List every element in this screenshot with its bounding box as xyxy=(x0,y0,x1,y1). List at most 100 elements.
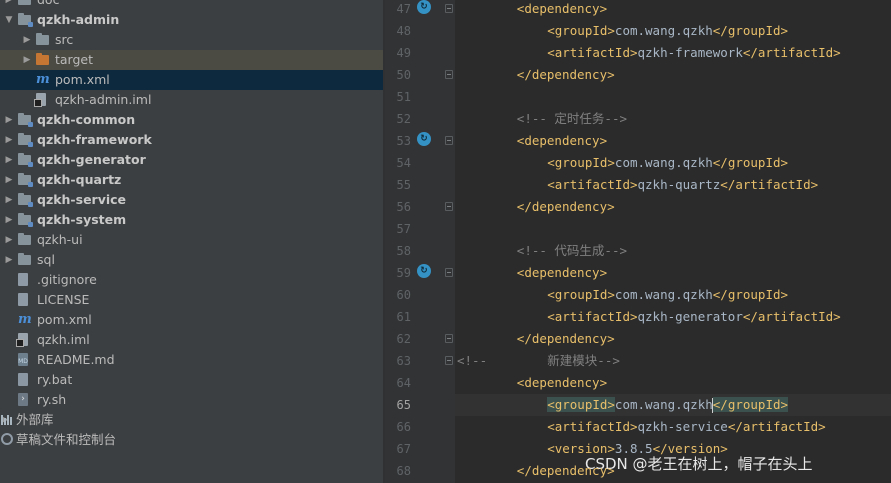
xml-tag: <dependency> xyxy=(516,1,608,16)
fold-start-icon[interactable] xyxy=(445,4,453,13)
xml-tag: </dependency> xyxy=(516,199,615,214)
code-line[interactable]: <dependency> xyxy=(455,262,891,284)
code-line[interactable]: <groupId>com.wang.qzkh</groupId> xyxy=(455,394,891,416)
code-line[interactable]: </dependency> xyxy=(455,64,891,86)
tree-item-qzkh-service[interactable]: ▶ qzkh-service xyxy=(0,190,383,210)
fold-start-icon[interactable] xyxy=(445,136,453,145)
tree-item-qzkh-quartz[interactable]: ▶ qzkh-quartz xyxy=(0,170,383,190)
code-comment: <!-- 定时任务--> xyxy=(516,111,628,126)
tree-item-src[interactable]: ▶ src xyxy=(0,30,383,50)
gutter-line: 56 xyxy=(385,196,455,218)
maven-dependency-gutter-icon[interactable]: ↻ xyxy=(417,264,431,278)
tree-item-label: qzkh-system xyxy=(37,212,127,227)
xml-tag: <version> xyxy=(547,441,615,456)
xml-tag: </groupId> xyxy=(712,23,789,38)
chevron-right-icon[interactable]: ▶ xyxy=(4,130,14,150)
code-line[interactable]: <!-- 新建模块--> xyxy=(455,350,891,372)
tree-item-label: qzkh-framework xyxy=(37,132,152,147)
fold-end-icon[interactable] xyxy=(445,70,453,79)
module-folder-icon xyxy=(18,213,33,227)
xml-tag: </version> xyxy=(652,441,728,456)
tree-item-label: qzkh-service xyxy=(37,192,127,207)
gitignore-file-icon xyxy=(18,273,28,286)
code-line[interactable]: <groupId>com.wang.qzkh</groupId> xyxy=(455,152,891,174)
code-line[interactable]: <dependency> xyxy=(455,130,891,152)
line-number: 64 xyxy=(396,376,411,390)
chevron-right-icon[interactable]: ▶ xyxy=(4,150,14,170)
tree-item-[interactable]: 草稿文件和控制台 xyxy=(0,430,383,450)
tree-item-qzkh-ui[interactable]: ▶ qzkh-ui xyxy=(0,230,383,250)
code-line[interactable]: <artifactId>qzkh-generator</artifactId> xyxy=(455,306,891,328)
code-line[interactable]: <artifactId>qzkh-framework</artifactId> xyxy=(455,42,891,64)
external-libraries-icon xyxy=(1,415,14,425)
code-line[interactable]: </dependency> xyxy=(455,460,891,482)
line-number: 56 xyxy=(396,200,411,214)
fold-end-icon[interactable] xyxy=(445,334,453,343)
tree-item-target[interactable]: ▶ target xyxy=(0,50,383,70)
chevron-right-icon[interactable]: ▶ xyxy=(4,0,14,10)
chevron-right-icon[interactable]: ▶ xyxy=(4,230,14,250)
fold-end-icon[interactable] xyxy=(445,202,453,211)
tree-item-qzkh-common[interactable]: ▶ qzkh-common xyxy=(0,110,383,130)
chevron-right-icon[interactable]: ▶ xyxy=(4,170,14,190)
chevron-right-icon[interactable]: ▶ xyxy=(4,210,14,230)
fold-start-icon[interactable] xyxy=(445,356,453,365)
xml-tag: <dependency> xyxy=(516,375,608,390)
tree-item-pom-xml[interactable]: m pom.xml xyxy=(0,70,383,90)
chevron-right-icon[interactable]: ▶ xyxy=(4,250,14,270)
gutter-line: 64 xyxy=(385,372,455,394)
tree-item-[interactable]: ▶外部库 xyxy=(0,410,383,430)
line-number: 53 xyxy=(396,134,411,148)
line-number: 52 xyxy=(396,112,411,126)
tree-item-ry-sh[interactable]: › ry.sh xyxy=(0,390,383,410)
code-line[interactable]: <groupId>com.wang.qzkh</groupId> xyxy=(455,284,891,306)
gutter-line: 62 xyxy=(385,328,455,350)
tree-item-doc[interactable]: ▶ doc xyxy=(0,0,383,10)
code-line[interactable]: <version>3.8.5</version> xyxy=(455,438,891,460)
tree-item-license[interactable]: LICENSE xyxy=(0,290,383,310)
tree-item-qzkh-iml[interactable]: qzkh.iml xyxy=(0,330,383,350)
chevron-right-icon[interactable]: ▶ xyxy=(22,30,32,50)
code-line[interactable]: <dependency> xyxy=(455,0,891,20)
code-line[interactable]: </dependency> xyxy=(455,328,891,350)
code-line[interactable] xyxy=(455,86,891,108)
chevron-right-icon[interactable]: ▶ xyxy=(4,190,14,210)
code-line[interactable]: <!-- 定时任务--> xyxy=(455,108,891,130)
maven-dependency-gutter-icon[interactable]: ↻ xyxy=(417,132,431,146)
gutter-line: 68 xyxy=(385,460,455,482)
tree-item-qzkh-admin-iml[interactable]: qzkh-admin.iml xyxy=(0,90,383,110)
xml-tag: </artifactId> xyxy=(742,45,841,60)
code-line[interactable]: <groupId>com.wang.qzkh</groupId> xyxy=(455,20,891,42)
tree-item-pom-xml[interactable]: m pom.xml xyxy=(0,310,383,330)
fold-start-icon[interactable] xyxy=(445,268,453,277)
tree-item-qzkh-admin[interactable]: ▼ qzkh-admin xyxy=(0,10,383,30)
line-number: 49 xyxy=(396,46,411,60)
tree-item-sql[interactable]: ▶ sql xyxy=(0,250,383,270)
tree-item-ry-bat[interactable]: ry.bat xyxy=(0,370,383,390)
xml-text: com.wang.qzkh xyxy=(614,397,713,412)
code-line[interactable]: </dependency> xyxy=(455,196,891,218)
tree-item-label: qzkh-generator xyxy=(37,152,146,167)
tree-item-gitignore[interactable]: .gitignore xyxy=(0,270,383,290)
code-line[interactable]: <dependency> xyxy=(455,372,891,394)
tree-item-qzkh-system[interactable]: ▶ qzkh-system xyxy=(0,210,383,230)
tree-item-qzkh-generator[interactable]: ▶ qzkh-generator xyxy=(0,150,383,170)
code-line[interactable]: <artifactId>qzkh-quartz</artifactId> xyxy=(455,174,891,196)
tree-item-label: doc xyxy=(37,0,59,10)
chevron-right-icon[interactable]: ▶ xyxy=(4,110,14,130)
tree-item-label: pom.xml xyxy=(37,312,92,327)
tree-item-qzkh-framework[interactable]: ▶ qzkh-framework xyxy=(0,130,383,150)
tree-item-label: qzkh-admin.iml xyxy=(55,92,152,107)
line-number: 61 xyxy=(396,310,411,324)
shell-file-icon: › xyxy=(18,393,28,406)
chevron-down-icon[interactable]: ▼ xyxy=(4,10,14,30)
tree-item-readme-md[interactable]: MD README.md xyxy=(0,350,383,370)
chevron-right-icon[interactable]: ▶ xyxy=(22,50,32,70)
gutter-line: 67 xyxy=(385,438,455,460)
xml-tag: <artifactId> xyxy=(547,309,638,324)
maven-dependency-gutter-icon[interactable]: ↻ xyxy=(417,0,431,14)
code-line[interactable]: <!-- 代码生成--> xyxy=(455,240,891,262)
code-line[interactable]: <artifactId>qzkh-service</artifactId> xyxy=(455,416,891,438)
gutter-line: 59 ↻ xyxy=(385,262,455,284)
code-line[interactable] xyxy=(455,218,891,240)
